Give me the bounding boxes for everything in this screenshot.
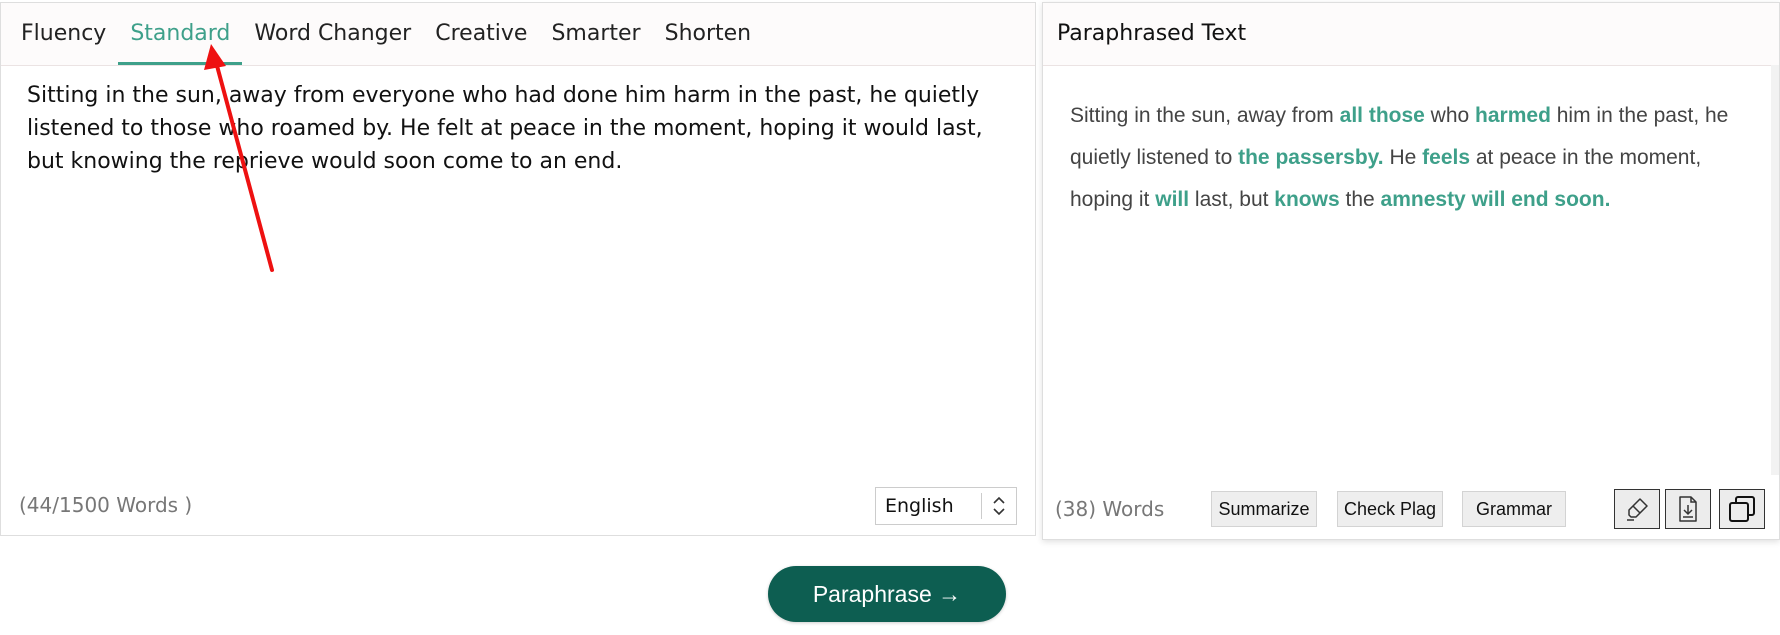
- input-textarea[interactable]: Sitting in the sun, away from everyone w…: [27, 79, 1017, 178]
- copy-icon: [1729, 496, 1755, 522]
- highlight-button[interactable]: [1614, 489, 1660, 529]
- download-button[interactable]: [1665, 489, 1711, 529]
- chevron-up-down-icon: [982, 494, 1016, 518]
- summarize-button[interactable]: Summarize: [1211, 491, 1317, 527]
- changed-word[interactable]: will: [1155, 188, 1189, 211]
- changed-word[interactable]: all those: [1340, 104, 1425, 127]
- changed-word[interactable]: harmed: [1475, 104, 1551, 127]
- output-segment: Sitting in the sun, away from: [1070, 104, 1340, 127]
- grammar-button[interactable]: Grammar: [1462, 491, 1566, 527]
- mode-tabs: Fluency Standard Word Changer Creative S…: [1, 3, 1035, 66]
- output-segment: last, but: [1189, 188, 1275, 211]
- output-scrollbar[interactable]: [1771, 65, 1779, 475]
- input-panel: Fluency Standard Word Changer Creative S…: [0, 2, 1036, 536]
- paraphrase-button[interactable]: Paraphrase →: [768, 566, 1006, 622]
- output-title: Paraphrased Text: [1057, 21, 1247, 46]
- changed-word[interactable]: the passersby.: [1238, 146, 1384, 169]
- input-word-count: (44/1500 Words ): [19, 493, 193, 517]
- output-segment: the: [1339, 188, 1381, 211]
- changed-word[interactable]: feels: [1422, 146, 1470, 169]
- tab-fluency[interactable]: Fluency: [9, 3, 118, 65]
- tab-word-changer[interactable]: Word Changer: [242, 3, 423, 65]
- language-select-value: English: [885, 495, 954, 517]
- tab-shorten[interactable]: Shorten: [653, 3, 764, 65]
- output-panel: Paraphrased Text Sitting in the sun, awa…: [1042, 2, 1780, 540]
- highlighter-icon: [1627, 498, 1648, 521]
- tab-creative[interactable]: Creative: [423, 3, 539, 65]
- output-segment: He: [1383, 146, 1423, 169]
- language-select[interactable]: English: [875, 487, 1017, 525]
- paraphrased-text: Sitting in the sun, away from all those …: [1070, 95, 1760, 221]
- output-segment: who: [1424, 104, 1476, 127]
- tab-smarter[interactable]: Smarter: [539, 3, 652, 65]
- copy-button[interactable]: [1719, 489, 1765, 529]
- output-word-count-label: Words: [1096, 497, 1165, 521]
- tab-standard[interactable]: Standard: [118, 3, 243, 65]
- output-word-count-number: (38): [1055, 497, 1097, 521]
- output-header: Paraphrased Text: [1043, 3, 1779, 66]
- changed-word[interactable]: knows: [1274, 188, 1339, 211]
- check-plag-button[interactable]: Check Plag: [1337, 491, 1443, 527]
- changed-word[interactable]: amnesty will end soon.: [1381, 188, 1611, 211]
- download-icon: [1679, 496, 1697, 522]
- output-word-count: (38) Words: [1055, 497, 1164, 521]
